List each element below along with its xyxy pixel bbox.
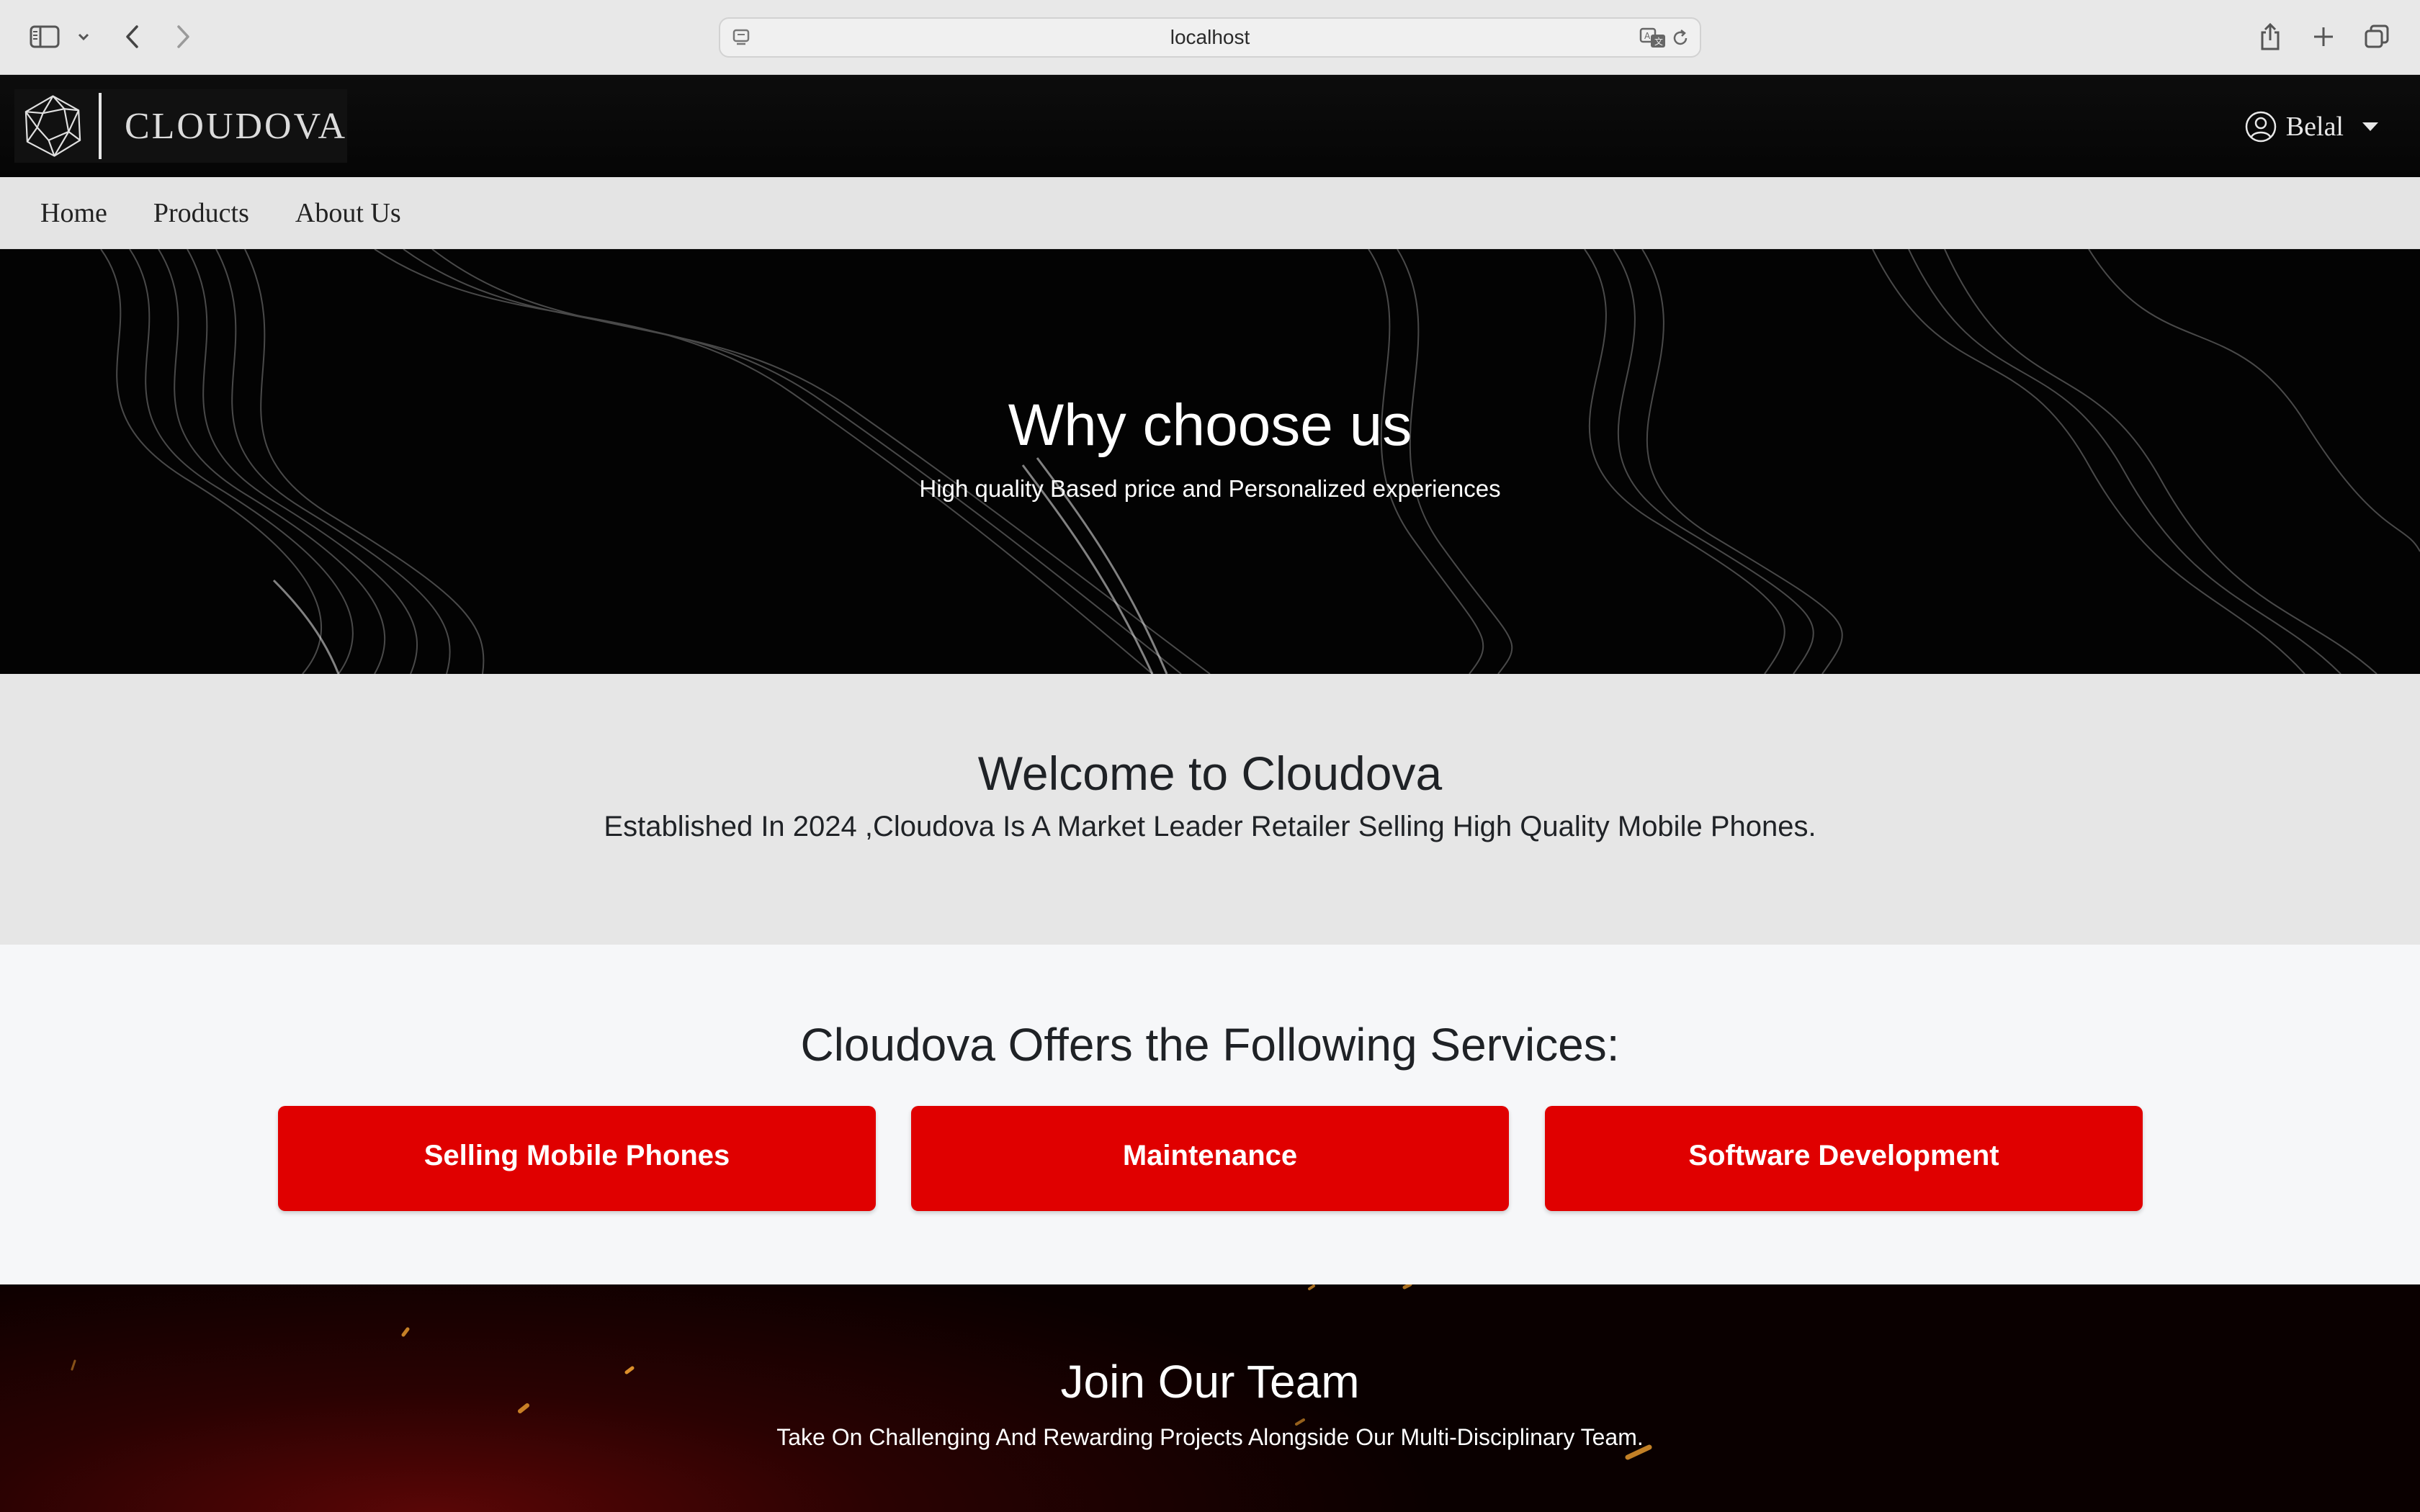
caret-down-icon[interactable]: [2362, 122, 2378, 131]
forward-arrow-icon[interactable]: [164, 16, 202, 58]
welcome-title: Welcome to Cloudova: [977, 747, 1443, 800]
user-name[interactable]: Belal: [2286, 111, 2344, 143]
url-text[interactable]: localhost: [720, 19, 1700, 56]
polyhedron-logo-icon: [24, 95, 81, 157]
nav-item-products[interactable]: Products: [153, 197, 249, 229]
plus-icon[interactable]: [2302, 16, 2345, 58]
sidebar-icon[interactable]: [23, 16, 66, 58]
services-title: Cloudova Offers the Following Services:: [800, 1019, 1620, 1071]
share-icon[interactable]: [2249, 16, 2292, 58]
welcome-text: Established In 2024 ,Cloudova Is A Marke…: [604, 811, 1816, 842]
reload-icon[interactable]: [1670, 27, 1691, 49]
brand-logo-link[interactable]: CLOUDOVA: [14, 89, 347, 163]
tabs-overview-icon[interactable]: [2355, 16, 2398, 58]
welcome-section: Welcome to Cloudova Established In 2024 …: [0, 674, 2420, 945]
browser-toolbar: localhost A文: [0, 0, 2420, 75]
svg-text:文: 文: [1654, 36, 1663, 47]
service-button-maintenance[interactable]: Maintenance: [911, 1106, 1509, 1211]
services-section: Cloudova Offers the Following Services: …: [0, 945, 2420, 1284]
user-menu-dropdown[interactable]: Belal: [2244, 105, 2378, 148]
join-text: Take On Challenging And Rewarding Projec…: [776, 1424, 1644, 1450]
main-nav: Home Products About Us: [0, 177, 2420, 249]
join-title: Join Our Team: [1060, 1356, 1360, 1408]
chevron-down-icon[interactable]: [71, 16, 97, 58]
brand-divider: [98, 93, 102, 159]
service-button-selling-mobile-phones[interactable]: Selling Mobile Phones: [278, 1106, 876, 1211]
hero-subtitle: High quality Based price and Personalize…: [919, 475, 1501, 502]
svg-text:A: A: [1644, 31, 1651, 41]
hero-section: Why choose us High quality Based price a…: [0, 249, 2420, 674]
address-bar[interactable]: localhost A文: [719, 17, 1701, 58]
hero-background-waves: [100, 249, 2420, 674]
user-circle-icon: [2245, 111, 2277, 143]
translate-icon[interactable]: A文: [1639, 27, 1667, 50]
hero-title: Why choose us: [1008, 392, 1412, 458]
nav-item-about-us[interactable]: About Us: [295, 197, 401, 229]
service-button-software-development[interactable]: Software Development: [1545, 1106, 2143, 1211]
site-header: CLOUDOVA Belal: [0, 75, 2420, 177]
brand-name: CLOUDOVA: [124, 105, 347, 147]
nav-item-home[interactable]: Home: [40, 197, 107, 229]
back-arrow-icon[interactable]: [114, 16, 151, 58]
join-team-section: Join Our Team Take On Challenging And Re…: [0, 1284, 2420, 1512]
